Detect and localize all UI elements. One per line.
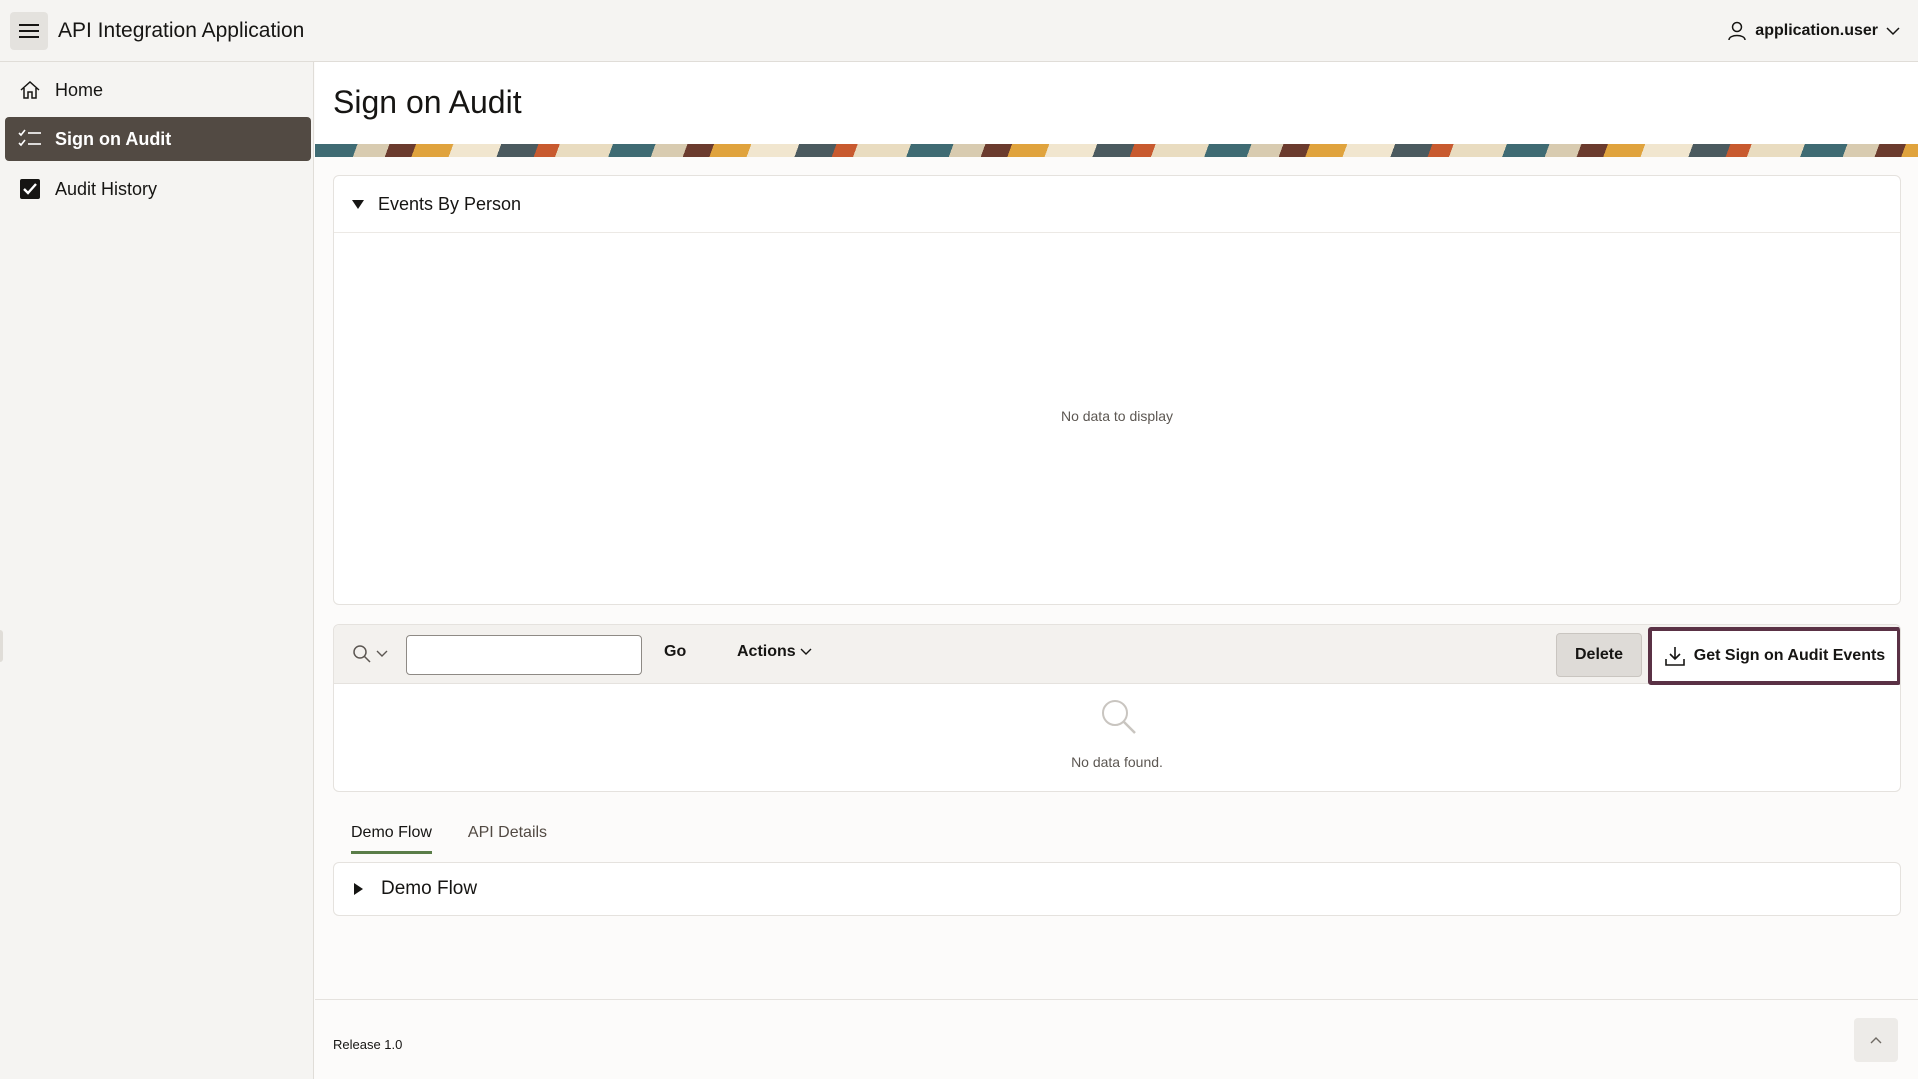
actions-menu-button[interactable]: Actions [737,643,812,661]
user-icon [1728,21,1747,41]
region-header[interactable]: Events By Person [334,176,1900,233]
chevron-down-icon [1886,27,1900,36]
page-title: Sign on Audit [333,84,522,120]
sidebar-item-home[interactable]: Home [5,68,311,112]
region-title: Events By Person [378,193,522,214]
chart-empty-message: No data to display [1060,408,1174,424]
get-events-label: Get Sign on Audit Events [1693,647,1886,664]
user-menu[interactable]: application.user [1727,18,1900,44]
hamburger-menu-icon[interactable] [10,12,48,50]
go-button[interactable]: Go [664,643,686,661]
chevron-down-icon [376,650,388,657]
region-header[interactable]: Demo Flow [334,863,1900,915]
chevron-down-icon [800,648,812,655]
checkbox-icon [17,176,43,202]
sidebar-item-label: Audit History [55,178,158,199]
actions-label: Actions [737,643,796,660]
region-tabs: Demo Flow API Details [333,814,565,854]
sidebar-collapse-handle[interactable] [0,630,3,662]
main-content: Sign on Audit Events By Person No data t… [315,62,1918,1079]
demo-flow-region: Demo Flow [333,862,1901,916]
sidebar-nav: Home Sign on Audit Audit History [0,62,314,1079]
magnifier-empty-icon [1102,700,1136,734]
page-footer: Release 1.0 [315,999,1918,1079]
region-title: Demo Flow [381,878,478,899]
download-icon [1664,647,1685,666]
events-by-person-region: Events By Person No data to display [333,175,1901,605]
checklist-icon [17,126,43,152]
search-input[interactable] [406,635,642,675]
sidebar-item-sign-on-audit[interactable]: Sign on Audit [5,117,311,161]
tab-demo-flow[interactable]: Demo Flow [333,814,450,854]
scroll-to-top-button[interactable] [1854,1018,1898,1062]
app-title[interactable]: API Integration Application [58,19,304,43]
expand-caret-icon[interactable] [354,883,363,895]
sidebar-item-audit-history[interactable]: Audit History [5,167,311,211]
get-sign-on-audit-events-button[interactable]: Get Sign on Audit Events [1648,627,1900,685]
audit-report-region: Go Actions Delete Get Sign on Audit Even… [333,624,1901,792]
tab-api-details[interactable]: API Details [450,814,565,854]
report-toolbar: Go Actions Delete Get Sign on Audit Even… [334,625,1900,685]
chevron-up-icon [1870,1037,1882,1044]
sidebar-item-label: Sign on Audit [55,128,172,149]
user-name: application.user [1755,22,1878,39]
delete-button[interactable]: Delete [1556,633,1642,677]
sidebar-item-label: Home [55,79,104,100]
release-label: Release 1.0 [333,1037,403,1052]
search-column-selector[interactable] [352,644,388,664]
home-icon [17,77,43,103]
collapse-caret-icon[interactable] [352,199,364,209]
report-empty-message: No data found. [1071,754,1163,770]
decorative-banner [315,144,1918,157]
search-icon [353,645,371,663]
title-bar: Sign on Audit [315,62,1918,144]
top-header: API Integration Application application.… [0,0,1918,62]
